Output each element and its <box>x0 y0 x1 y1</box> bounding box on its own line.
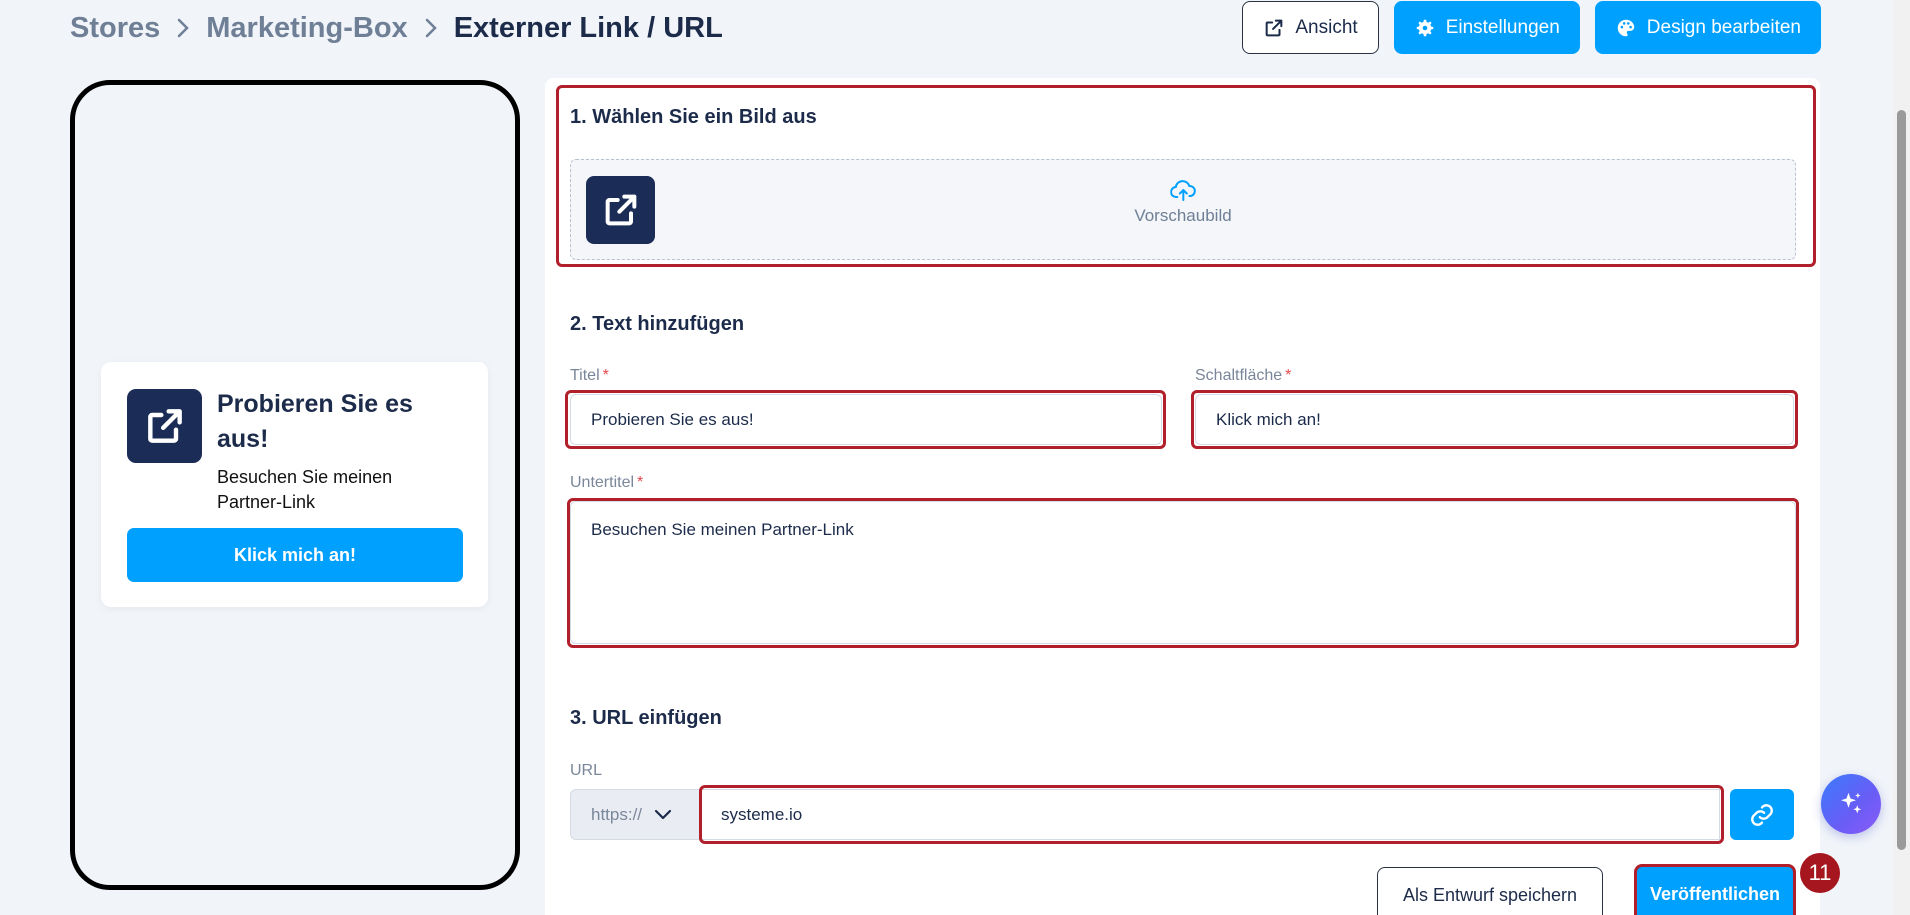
highlight-title-input <box>565 390 1166 449</box>
gear-icon <box>1414 17 1436 39</box>
image-upload-area[interactable]: Vorschaubild <box>570 159 1796 260</box>
title-field-label: Titel * <box>570 367 609 385</box>
breadcrumb-marketing-box[interactable]: Marketing-Box <box>206 12 407 45</box>
upload-thumbnail[interactable] <box>586 176 655 244</box>
highlight-url-input <box>699 785 1724 844</box>
upload-label: Vorschaubild <box>1134 206 1232 225</box>
preview-button[interactable]: Klick mich an! <box>127 528 463 582</box>
external-link-icon <box>143 404 187 448</box>
top-actions: Ansicht Einstellungen Design bearbeiten <box>1242 1 1821 54</box>
palette-icon <box>1615 17 1637 39</box>
publish-button[interactable]: Veröffentlichen <box>1634 864 1796 915</box>
form-panel: 1. Wählen Sie ein Bild aus Vorschaubild … <box>545 78 1820 915</box>
link-button[interactable] <box>1730 789 1794 840</box>
button-label-text: Schaltfläche <box>1195 367 1283 384</box>
settings-button-label: Einstellungen <box>1445 16 1560 38</box>
settings-button[interactable]: Einstellungen <box>1393 1 1580 54</box>
preview-subtitle: Besuchen Sie meinen Partner-Link <box>217 467 393 512</box>
external-link-icon <box>601 190 641 230</box>
url-protocol-select[interactable]: https:// <box>570 789 700 840</box>
phone-preview: Probieren Sie es aus! Besuchen Sie meine… <box>70 80 520 890</box>
required-mark: * <box>637 474 644 491</box>
upload-prompt[interactable]: Vorschaubild <box>1134 180 1232 226</box>
section-image-title: 1. Wählen Sie ein Bild aus <box>570 106 817 128</box>
page-title: Externer Link / URL <box>453 11 723 44</box>
design-button[interactable]: Design bearbeiten <box>1594 1 1821 54</box>
page-scrollbar[interactable] <box>1893 0 1910 915</box>
subtitle-field-label: Untertitel * <box>570 474 643 492</box>
required-mark: * <box>602 367 609 384</box>
preview-title: Probieren Sie es aus! <box>217 390 413 453</box>
save-draft-button[interactable]: Als Entwurf speichern <box>1377 867 1603 915</box>
preview-card: Probieren Sie es aus! Besuchen Sie meine… <box>101 362 488 607</box>
url-field-label: URL <box>570 762 603 779</box>
chevron-down-icon <box>654 809 672 821</box>
section-url-title: 3. URL einfügen <box>570 707 722 729</box>
scrollbar-thumb[interactable] <box>1897 110 1906 850</box>
ai-assistant-button[interactable] <box>1821 774 1881 834</box>
section-text-title: 2. Text hinzufügen <box>570 313 745 335</box>
link-icon <box>1749 802 1775 828</box>
breadcrumb: Stores Marketing-Box Externer Link / URL <box>70 8 723 48</box>
button-field-label: Schaltfläche * <box>1195 367 1291 385</box>
highlight-button-input <box>1191 390 1798 449</box>
external-link-icon <box>1263 17 1285 39</box>
url-protocol-value: https:// <box>591 804 643 824</box>
sparkle-icon <box>1836 789 1866 819</box>
preview-thumbnail <box>127 389 202 463</box>
cloud-upload-icon <box>1170 180 1196 202</box>
view-button[interactable]: Ansicht <box>1242 1 1379 54</box>
chevron-right-icon <box>176 17 190 39</box>
title-label-text: Titel <box>570 367 600 384</box>
subtitle-label-text: Untertitel <box>570 474 635 491</box>
design-button-label: Design bearbeiten <box>1646 16 1801 38</box>
step-badge: 11 <box>1800 853 1840 893</box>
breadcrumb-stores[interactable]: Stores <box>70 12 160 45</box>
required-mark: * <box>1285 367 1292 384</box>
chevron-right-icon <box>424 17 438 39</box>
view-button-label: Ansicht <box>1295 16 1358 38</box>
highlight-subtitle-textarea <box>567 498 1799 648</box>
